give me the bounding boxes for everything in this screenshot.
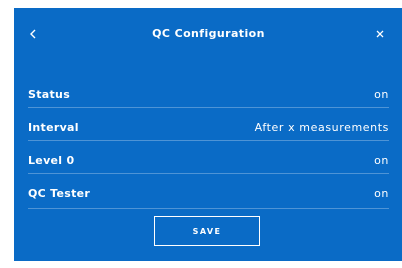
setting-label: Interval bbox=[28, 121, 79, 134]
settings-list: Status on Interval After x measurements … bbox=[28, 75, 389, 207]
setting-value: on bbox=[374, 187, 389, 200]
setting-label: QC Tester bbox=[28, 187, 91, 200]
divider bbox=[28, 208, 389, 209]
close-button[interactable] bbox=[371, 24, 389, 44]
close-icon bbox=[376, 30, 384, 38]
setting-value: on bbox=[374, 88, 389, 101]
setting-value: After x measurements bbox=[254, 121, 389, 134]
setting-row-qc-tester[interactable]: QC Tester on bbox=[28, 174, 389, 207]
setting-row-interval[interactable]: Interval After x measurements bbox=[28, 108, 389, 141]
dialog-header: QC Configuration bbox=[14, 8, 402, 60]
setting-label: Level 0 bbox=[28, 154, 75, 167]
setting-label: Status bbox=[28, 88, 71, 101]
dialog-title: QC Configuration bbox=[152, 27, 265, 40]
qc-configuration-dialog: QC Configuration Status on Interval Afte… bbox=[14, 8, 402, 261]
save-button[interactable]: SAVE bbox=[154, 216, 260, 246]
setting-value: on bbox=[374, 154, 389, 167]
setting-row-level-0[interactable]: Level 0 on bbox=[28, 141, 389, 174]
setting-row-status[interactable]: Status on bbox=[28, 75, 389, 108]
